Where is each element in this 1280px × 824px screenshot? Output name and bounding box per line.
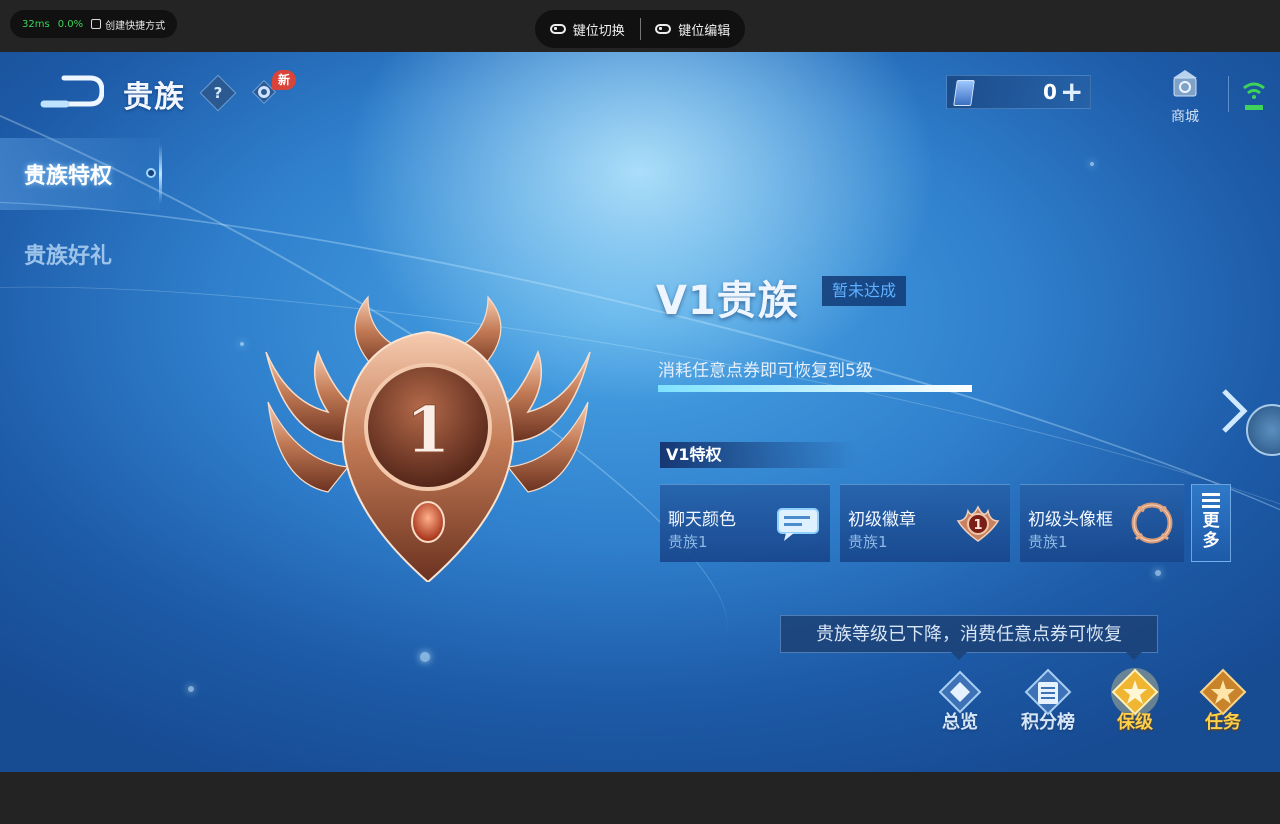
- header-divider: [1228, 76, 1229, 112]
- tier-status-badge: 暂未达成: [822, 276, 907, 306]
- privileges-header: V1特权: [660, 442, 856, 468]
- coupon-amount: 0: [1043, 80, 1057, 104]
- nav-item-label: 贵族好礼: [24, 244, 113, 269]
- coupon-icon: [953, 80, 975, 106]
- cpu-percent: 0.0%: [57, 18, 84, 30]
- list-icon: [1202, 493, 1220, 508]
- shortcut-icon: [91, 19, 102, 29]
- sparkle: [1090, 162, 1094, 166]
- performance-indicator: 32ms 0.0% 创建快捷方式: [10, 10, 178, 38]
- tab-label: 任务: [1205, 712, 1241, 733]
- keymap-switch-label: 键位切换: [572, 23, 625, 39]
- privilege-card-chat-color[interactable]: 聊天颜色 贵族1: [660, 484, 830, 562]
- side-nav: 贵族特权 贵族好礼: [0, 138, 162, 290]
- progress-fill: [658, 385, 972, 392]
- tier-title: V1贵族: [656, 278, 799, 324]
- help-icon: ?: [213, 84, 223, 102]
- page-title: 贵族: [123, 80, 185, 115]
- keymap-edit-button[interactable]: 键位编辑: [641, 10, 746, 48]
- mall-icon: [1173, 70, 1197, 97]
- privilege-card-avatar-frame[interactable]: 初级头像框 贵族1: [1020, 484, 1184, 562]
- nav-item-label: 贵族特权: [24, 164, 113, 189]
- back-arrow-icon[interactable]: [40, 74, 104, 108]
- chat-bubble-icon: [777, 508, 819, 541]
- noble-level-medal: 1: [265, 295, 591, 582]
- emulator-toolbar: 32ms 0.0% 创建快捷方式 键位切换 键位编辑: [0, 0, 1280, 52]
- new-badge: 新: [272, 70, 296, 90]
- more-label: 更多: [1202, 511, 1220, 551]
- create-shortcut-button[interactable]: 创建快捷方式: [91, 17, 165, 32]
- keymap-edit-label: 键位编辑: [678, 23, 731, 39]
- svg-text:1: 1: [973, 518, 982, 533]
- tab-tasks[interactable]: 任务: [1188, 666, 1258, 734]
- wifi-signal-icon: [1243, 82, 1265, 110]
- tab-keep-level[interactable]: 保级: [1100, 666, 1170, 734]
- frame-time: 32ms: [22, 18, 50, 30]
- tooltip-pointer: [951, 652, 967, 660]
- help-button[interactable]: ?: [199, 74, 237, 112]
- tab-label: 保级: [1117, 712, 1153, 733]
- privilege-card-basic-badge[interactable]: 初级徽章 贵族1 1: [840, 484, 1010, 562]
- create-shortcut-label: 创建快捷方式: [105, 20, 166, 32]
- sparkle: [240, 342, 244, 346]
- nav-item-noble-gifts[interactable]: 贵族好礼: [0, 218, 160, 290]
- active-indicator: [146, 168, 156, 178]
- medal-level-number: 1: [406, 393, 451, 468]
- light-streak: [0, 110, 1280, 772]
- keymap-switch-button[interactable]: 键位切换: [535, 10, 640, 48]
- sparkle: [420, 652, 430, 662]
- gamepad-icon: [549, 24, 566, 34]
- sparkle: [1155, 570, 1161, 576]
- floating-menu-button[interactable]: [1246, 404, 1280, 456]
- tab-label: 积分榜: [1021, 712, 1075, 733]
- add-coupon-button[interactable]: +: [1060, 78, 1083, 106]
- level-drop-tooltip: 贵族等级已下降，消费任意点券可恢复: [780, 615, 1158, 653]
- keymap-controls: 键位切换 键位编辑: [535, 10, 745, 48]
- tooltip-pointer: [1126, 652, 1142, 660]
- tab-label: 总览: [942, 712, 978, 733]
- badge-icon: 1: [956, 505, 1000, 542]
- chevron-right-icon[interactable]: [1218, 388, 1248, 434]
- avatar-frame-icon: [1131, 502, 1173, 544]
- light-streak: [0, 206, 1280, 759]
- mall-button[interactable]: 商城: [1160, 68, 1210, 125]
- coupon-balance: 0 +: [946, 75, 1091, 109]
- sparkle: [188, 686, 194, 692]
- restore-hint: 消耗任意点券即可恢复到5级: [658, 361, 873, 381]
- more-privileges-button[interactable]: 更多: [1191, 484, 1231, 562]
- game-screen: 贵族 ? 新 0 + 商城 贵族特权 贵族好礼 1 V1贵族 暂未达成 消耗任意…: [0, 52, 1280, 772]
- tab-leaderboard[interactable]: 积分榜: [1013, 666, 1083, 734]
- tab-overview[interactable]: 总览: [925, 666, 995, 734]
- nav-item-noble-privileges[interactable]: 贵族特权: [0, 138, 162, 210]
- gamepad-icon: [655, 24, 672, 34]
- mall-label: 商城: [1171, 109, 1199, 125]
- restore-progress-bar: [658, 385, 972, 392]
